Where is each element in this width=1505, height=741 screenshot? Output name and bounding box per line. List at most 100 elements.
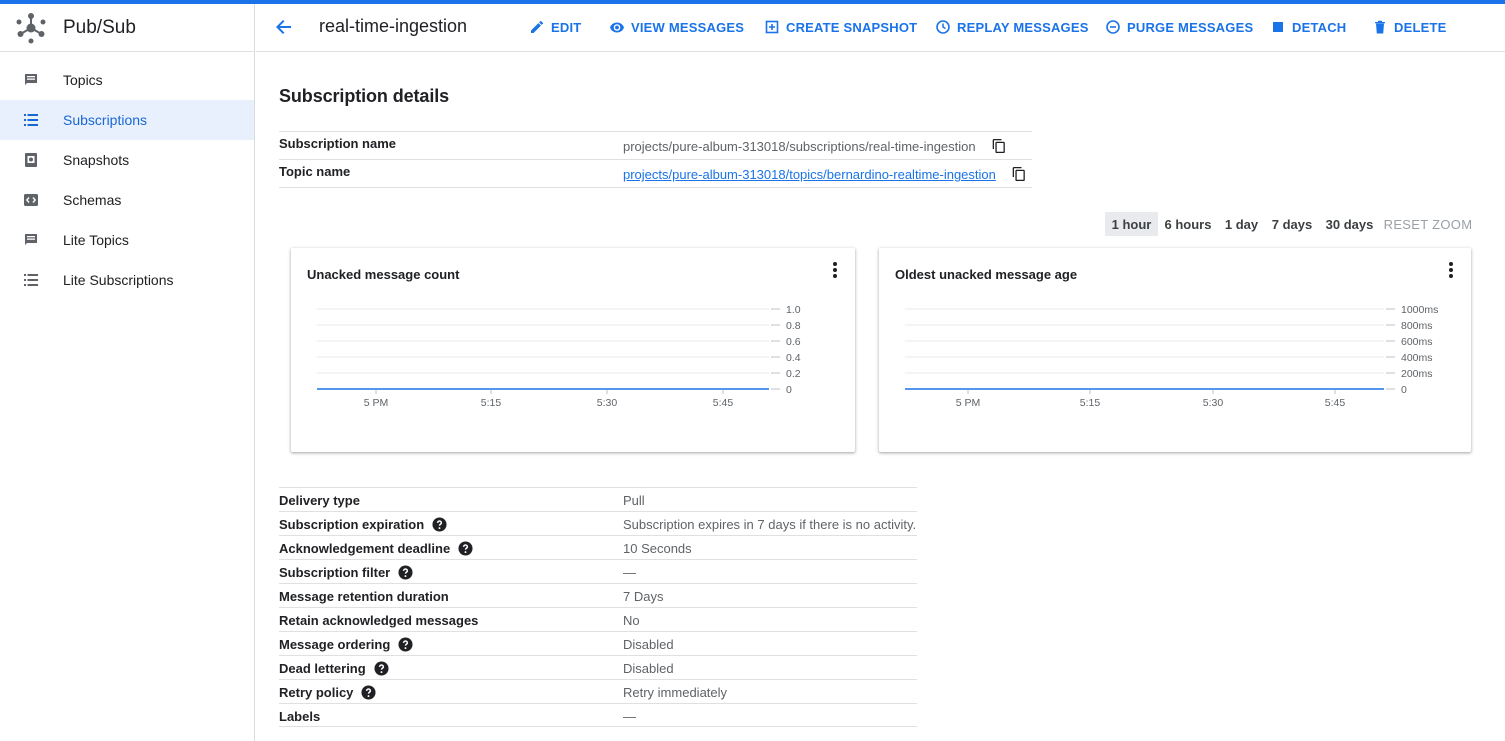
minus-circle-icon: [1106, 20, 1120, 34]
edit-button[interactable]: EDIT: [529, 19, 581, 35]
y-tick-label: 0: [1401, 384, 1407, 396]
back-arrow-icon[interactable]: [274, 17, 294, 37]
detail-label: Labels: [279, 709, 320, 724]
zoom-30-days[interactable]: 30 days: [1321, 212, 1378, 236]
x-tick-label: 5:45: [1325, 397, 1346, 409]
detail-row: Retry policy Retry immediately: [279, 679, 917, 703]
zoom-1-hour[interactable]: 1 hour: [1105, 212, 1158, 236]
delete-button[interactable]: DELETE: [1372, 19, 1446, 35]
detail-row: Dead lettering Disabled: [279, 655, 917, 679]
sidebar-item-schemas[interactable]: Schemas: [0, 180, 254, 220]
schema-icon: [23, 192, 39, 208]
x-tick-label: 5:30: [597, 397, 618, 409]
detail-row: Subscription filter —: [279, 559, 917, 583]
pencil-icon: [531, 20, 544, 33]
detail-value: 7 Days: [623, 589, 664, 604]
y-tick-label: 400ms: [1401, 352, 1433, 364]
sidebar-nav: Topics Subscriptions Snapshots Schemas L…: [0, 60, 254, 300]
sidebar-item-topics[interactable]: Topics: [0, 60, 254, 100]
detail-row: Message ordering Disabled: [279, 631, 917, 655]
help-icon[interactable]: [374, 661, 389, 676]
help-icon[interactable]: [458, 541, 473, 556]
detail-value: Subscription expires in 7 days if there …: [623, 517, 917, 532]
detail-row: Subscription expiration Subscription expi…: [279, 511, 917, 535]
topic-icon: [23, 232, 39, 248]
detail-label-text: Labels: [279, 709, 321, 724]
sidebar-item-lite-topics[interactable]: Lite Topics: [0, 220, 254, 260]
y-tick-label: 0.6: [786, 336, 801, 348]
create-snapshot-button[interactable]: CREATE SNAPSHOT: [764, 19, 917, 35]
sidebar-item-subscriptions[interactable]: Subscriptions: [0, 100, 254, 140]
sidebar-item-label: Lite Subscriptions: [63, 272, 174, 288]
help-icon[interactable]: [432, 517, 447, 532]
unacked-count-card: Unacked message count 0 0.2 0.4 0.6 0.8 1.0 5 …: [291, 248, 855, 452]
copy-icon[interactable]: [991, 138, 1007, 154]
list-icon: [23, 272, 39, 288]
detail-row: Message retention duration 7 Days: [279, 583, 917, 607]
snapshot-icon: [23, 152, 39, 168]
sidebar-item-snapshots[interactable]: Snapshots: [0, 140, 254, 180]
y-tick-label: 0.4: [786, 352, 801, 364]
detail-label: Retry policy: [279, 685, 376, 700]
detail-value: 10 Seconds: [623, 541, 692, 556]
zoom-6-hours[interactable]: 6 hours: [1160, 212, 1216, 236]
detail-label-text: Retain acknowledged messages: [279, 613, 479, 628]
view-messages-button[interactable]: VIEW MESSAGES: [609, 19, 744, 35]
detail-value: Disabled: [623, 661, 674, 676]
page-header: real-time-ingestion EDIT VIEW MESSAGES C…: [256, 4, 1505, 52]
pubsub-logo-icon: [16, 12, 46, 43]
detail-label: Message ordering: [279, 637, 413, 652]
reset-zoom-button[interactable]: RESET ZOOM: [1384, 212, 1472, 236]
subscription-name-value: projects/pure-album-313018/subscriptions…: [623, 139, 976, 154]
detail-label: Dead lettering: [279, 661, 389, 676]
detail-row: Retain acknowledged messages No: [279, 607, 917, 631]
y-tick-label: 0.2: [786, 368, 801, 380]
oldest-unacked-age-card: Oldest unacked message age 0 200ms 400ms 60…: [879, 248, 1471, 452]
y-tick-label: 800ms: [1401, 320, 1433, 332]
sidebar-item-lite-subscriptions[interactable]: Lite Subscriptions: [0, 260, 254, 300]
sidebar-item-label: Snapshots: [63, 152, 130, 168]
detail-row: Acknowledgement deadline 10 Seconds: [279, 535, 917, 559]
detail-row: Delivery type Pull: [279, 487, 917, 511]
trash-icon: [1375, 20, 1385, 34]
list-icon: [23, 112, 39, 128]
detail-value: No: [623, 613, 640, 628]
y-tick-label: 0: [786, 384, 792, 396]
topic-name-row: Topic name projects/pure-album-313018/to…: [279, 159, 1032, 187]
copy-icon[interactable]: [1011, 166, 1027, 182]
zoom-1-day[interactable]: 1 day: [1220, 212, 1263, 236]
detail-label-text: Dead lettering: [279, 661, 366, 676]
replay-messages-button[interactable]: REPLAY MESSAGES: [935, 19, 1089, 35]
sidebar-item-label: Lite Topics: [63, 232, 129, 248]
detail-row: Labels —: [279, 703, 917, 727]
help-icon[interactable]: [398, 637, 413, 652]
stop-icon: [1273, 22, 1283, 32]
subscription-name-row: Subscription name projects/pure-album-31…: [279, 131, 1032, 159]
help-icon[interactable]: [398, 565, 413, 580]
help-icon[interactable]: [361, 685, 376, 700]
sidebar-item-label: Topics: [63, 72, 103, 88]
detach-button[interactable]: DETACH: [1270, 19, 1346, 35]
y-tick-label: 600ms: [1401, 336, 1433, 348]
product-header: Pub/Sub: [0, 4, 254, 52]
x-tick-label: 5:30: [1203, 397, 1224, 409]
section-title: Subscription details: [279, 86, 450, 106]
detail-label: Subscription filter: [279, 565, 413, 580]
detail-value: Pull: [623, 493, 645, 508]
detail-value: —: [623, 565, 636, 580]
y-tick-label: 1.0: [786, 304, 801, 316]
detail-label-text: Retry policy: [279, 685, 354, 700]
detail-label-text: Acknowledgement deadline: [279, 541, 451, 556]
sidebar-item-label: Schemas: [63, 192, 122, 208]
detail-label: Message retention duration: [279, 589, 449, 604]
x-tick-label: 5:15: [481, 397, 502, 409]
detail-label-text: Subscription expiration: [279, 517, 425, 532]
purge-messages-button[interactable]: PURGE MESSAGES: [1105, 19, 1253, 35]
sidebar: Pub/Sub Topics Subscriptions Snapshots S…: [0, 4, 255, 741]
detail-label: Retain acknowledged messages: [279, 613, 478, 628]
zoom-7-days[interactable]: 7 days: [1267, 212, 1317, 236]
topic-name-link[interactable]: projects/pure-album-313018/topics/bernar…: [623, 167, 996, 182]
topic-icon: [23, 72, 39, 88]
detail-label-text: Delivery type: [279, 493, 360, 508]
detail-label: Subscription expiration: [279, 517, 447, 532]
